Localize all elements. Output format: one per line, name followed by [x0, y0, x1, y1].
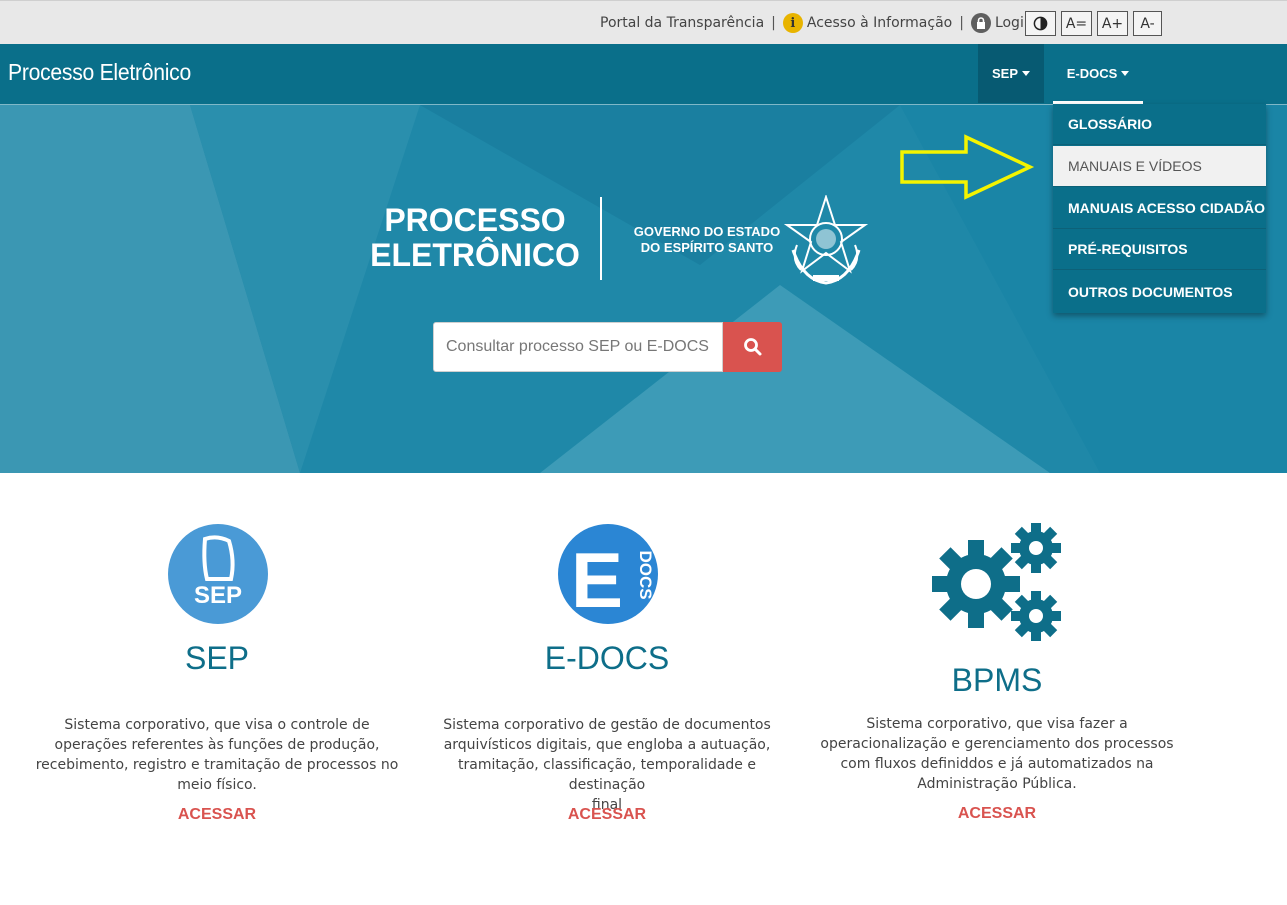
- gears-icon: [932, 523, 1061, 641]
- info-icon: i: [782, 13, 803, 33]
- sep-desc-line: Sistema corporativo, que visa o controle…: [64, 717, 370, 733]
- separator: |: [771, 15, 776, 31]
- sep-desc-line: operações referentes às funções de produ…: [54, 737, 380, 753]
- bpms-title: BPMS: [951, 662, 1043, 698]
- utility-bar: Portal da Transparência | i Acesso à Inf…: [0, 0, 1287, 44]
- font-increase-button[interactable]: A+: [1097, 11, 1128, 36]
- menu-item-outros-documentos[interactable]: OUTROS DOCUMENTOS: [1053, 271, 1266, 312]
- caret-down-icon: [1121, 71, 1130, 76]
- main-navbar: Processo Eletrônico SEP E-DOCS: [0, 44, 1287, 105]
- government-name: GOVERNO DO ESTADO DO ESPÍRITO SANTO: [630, 224, 784, 256]
- edocs-description: Sistema corporativo de gestão de documen…: [420, 715, 794, 815]
- bpms-access-link[interactable]: ACESSAR: [897, 805, 1097, 823]
- gov-line1: GOVERNO DO ESTADO: [633, 224, 781, 239]
- hero-title: PROCESSO ELETRÔNICO: [370, 203, 580, 273]
- sep-description: Sistema corporativo, que visa o controle…: [30, 715, 404, 795]
- sep-logo-text: SEP: [194, 582, 242, 609]
- search-button[interactable]: [723, 322, 782, 372]
- brand-title[interactable]: Processo Eletrônico: [8, 59, 191, 86]
- bpms-description: Sistema corporativo, que visa fazer a op…: [810, 714, 1184, 794]
- bpms-desc-line: Sistema corporativo, que visa fazer a: [866, 716, 1128, 732]
- menu-item-manuais-videos[interactable]: MANUAIS E VÍDEOS: [1053, 146, 1266, 187]
- state-coat-of-arms-icon: [783, 195, 869, 285]
- nav-edocs-label: E-DOCS: [1066, 66, 1118, 81]
- contrast-button[interactable]: [1025, 11, 1056, 36]
- edocs-dropdown-menu: GLOSSÁRIO MANUAIS E VÍDEOS MANUAIS ACESS…: [1053, 104, 1266, 313]
- edocs-access-link[interactable]: ACESSAR: [507, 806, 707, 824]
- edocs-logo-letter: E: [571, 536, 623, 624]
- nav-edocs-menu[interactable]: E-DOCS: [1053, 44, 1143, 103]
- lock-icon: [970, 13, 991, 33]
- bpms-desc-line: operacionalização e gerenciamento dos pr…: [820, 736, 1174, 752]
- sep-desc-line: recebimento, registro e tramitação de pr…: [35, 757, 399, 773]
- search-icon: [743, 338, 761, 356]
- hero-divider: [600, 197, 602, 280]
- transparency-link[interactable]: Portal da Transparência: [600, 15, 764, 31]
- menu-item-glossario[interactable]: GLOSSÁRIO: [1053, 104, 1266, 145]
- edocs-desc-line: arquivísticos digitais, que engloba a au…: [443, 737, 771, 753]
- edocs-logo-icon: E DOCS: [558, 524, 658, 624]
- sep-logo-icon: SEP: [168, 524, 268, 624]
- sep-access-link[interactable]: ACESSAR: [117, 806, 317, 824]
- font-decrease-button[interactable]: A-: [1133, 11, 1162, 36]
- utility-links: Portal da Transparência | i Acesso à Inf…: [600, 13, 1051, 33]
- edocs-desc-line: tramitação, classificação, temporalidade…: [458, 757, 756, 793]
- arrow-right-icon: [900, 134, 1035, 200]
- nav-sep-label: SEP: [991, 66, 1018, 81]
- hero-title-line2: ELETRÔNICO: [370, 237, 580, 273]
- process-search-input[interactable]: Consultar processo SEP ou E-DOCS: [433, 322, 723, 372]
- contrast-icon: [1033, 16, 1048, 31]
- caret-down-icon: [1022, 71, 1030, 76]
- edocs-logo-text: DOCS: [636, 550, 655, 599]
- menu-item-manuais-acesso-cidadao[interactable]: MANUAIS ACESSO CIDADÃO: [1053, 188, 1266, 229]
- hero-title-line1: PROCESSO: [384, 202, 566, 238]
- menu-item-pre-requisitos[interactable]: PRÉ-REQUISITOS: [1053, 229, 1266, 270]
- nav-sep-menu[interactable]: SEP: [978, 44, 1044, 103]
- edocs-desc-line: Sistema corporativo de gestão de documen…: [443, 717, 771, 733]
- font-reset-button[interactable]: A=: [1061, 11, 1092, 36]
- bpms-desc-line: com fluxos definiddos e já automatizados…: [840, 756, 1154, 772]
- gov-line2: DO ESPÍRITO SANTO: [640, 240, 774, 255]
- separator: |: [959, 15, 964, 31]
- sep-title: SEP: [184, 640, 250, 676]
- access-info-link[interactable]: Acesso à Informação: [807, 15, 952, 31]
- edocs-title: E-DOCS: [544, 640, 670, 676]
- sep-desc-line: meio físico.: [177, 777, 257, 793]
- bpms-desc-line: Administração Pública.: [917, 776, 1077, 792]
